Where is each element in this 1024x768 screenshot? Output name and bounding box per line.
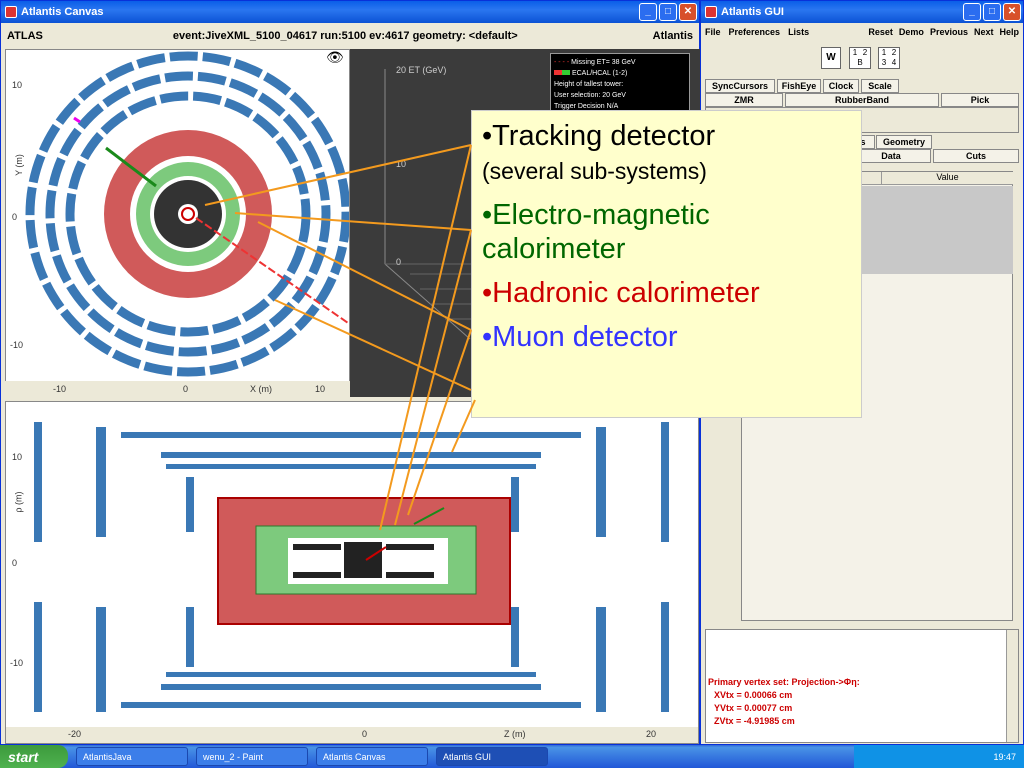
- clock: 19:47: [993, 751, 1016, 762]
- taskbar-item-canvas[interactable]: Atlantis Canvas: [316, 747, 428, 766]
- system-tray: 19:47: [854, 745, 1024, 768]
- taskbar-item-gui[interactable]: Atlantis GUI: [436, 747, 548, 766]
- taskbar: start AtlantisJava wenu_2 - Paint Atlant…: [0, 745, 1024, 768]
- taskbar-item-paint[interactable]: wenu_2 - Paint: [196, 747, 308, 766]
- start-button[interactable]: start: [0, 745, 68, 768]
- callout-arrows: [204, 144, 476, 531]
- taskbar-item-atlantisjava[interactable]: AtlantisJava: [76, 747, 188, 766]
